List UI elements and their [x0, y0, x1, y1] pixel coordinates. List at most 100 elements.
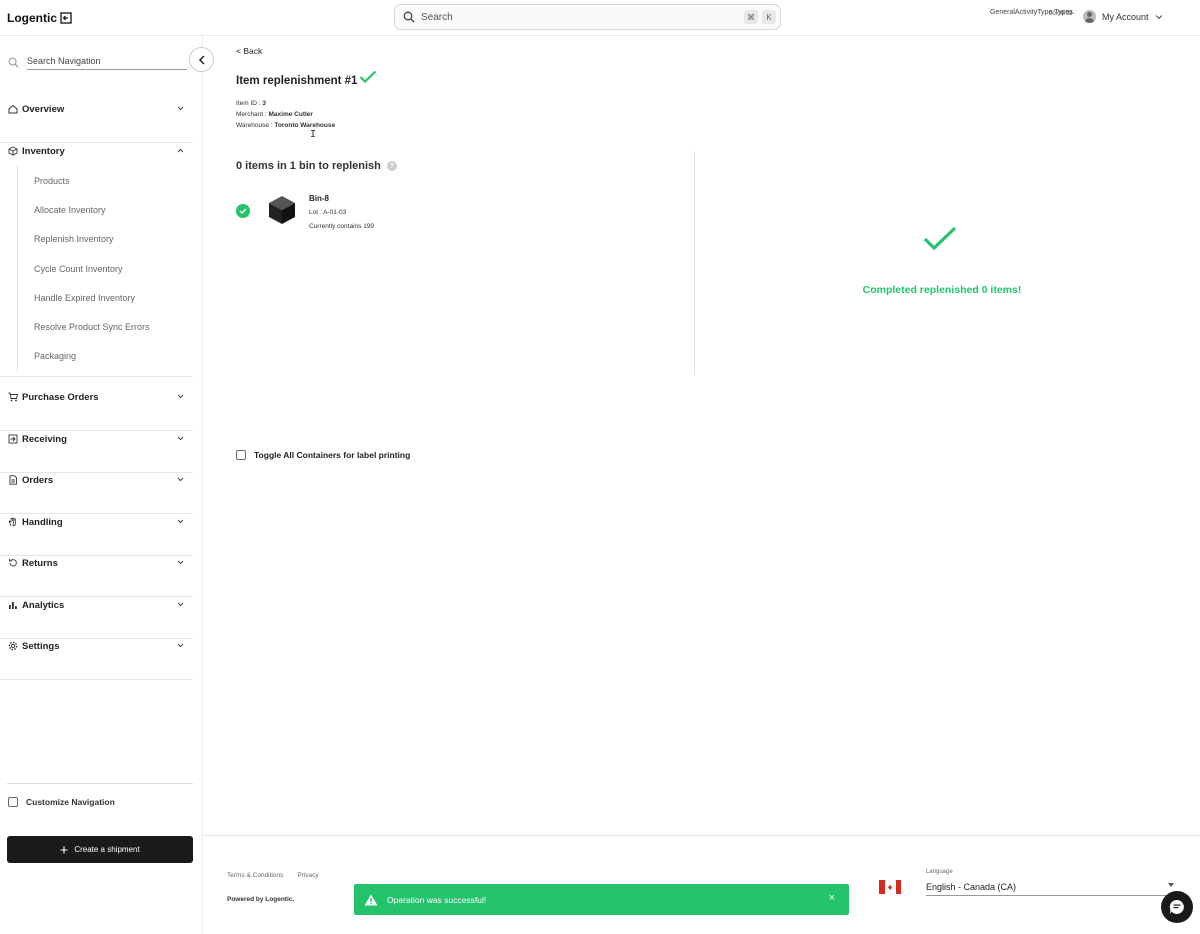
page-title: Item replenishment #1	[236, 75, 358, 87]
main-content: < Back Item replenishment #1 Item ID : 3…	[203, 36, 1200, 836]
replenish-summary: 0 items in 1 bin to replenish ?	[236, 160, 397, 172]
chat-icon	[1169, 899, 1184, 914]
dropdown-arrow-icon	[1168, 883, 1174, 887]
bin-lot: Lot : A-01-03	[309, 209, 347, 216]
chevron-down-icon	[177, 477, 184, 482]
back-link[interactable]: < Back	[236, 46, 262, 56]
customize-navigation-checkbox[interactable]	[8, 797, 18, 807]
sidebar-item-cycle-count-inventory[interactable]: Cycle Count Inventory	[18, 254, 193, 283]
chevron-up-icon	[177, 148, 184, 153]
logo-text: Logentic	[7, 11, 57, 25]
logo[interactable]: Logentic	[7, 11, 72, 25]
document-icon	[9, 475, 17, 485]
chat-button[interactable]	[1161, 891, 1193, 923]
help-icon[interactable]: ?	[386, 161, 397, 171]
inventory-subitems: Products Allocate Inventory Replenish In…	[17, 166, 193, 372]
success-toast: Operation was successful! ×	[354, 884, 849, 915]
nav-section-handling[interactable]: Handling	[0, 515, 193, 556]
footer-links: Terms & Conditions Privacy	[227, 872, 319, 879]
item-id-line: Item ID : 3	[236, 100, 266, 107]
search-placeholder: Search	[421, 11, 453, 23]
language-select[interactable]: English - Canada (CA)	[926, 878, 1176, 896]
account-menu[interactable]: My Account	[1083, 10, 1163, 23]
close-icon[interactable]: ×	[829, 893, 835, 904]
nav-section-analytics[interactable]: Analytics	[0, 598, 193, 639]
powered-by: Powered by Logentic.	[227, 896, 295, 903]
nav-section-receiving[interactable]: Receiving	[0, 432, 193, 473]
toggle-all-containers-checkbox[interactable]	[236, 450, 246, 460]
receiving-icon	[8, 434, 18, 444]
chevron-left-icon	[198, 54, 205, 65]
nav-section-label: Handling	[22, 516, 63, 528]
nav-section-returns[interactable]: Returns	[0, 556, 193, 597]
nav-section-purchase-orders[interactable]: Purchase Orders	[0, 390, 193, 431]
bin-complete-check-icon	[236, 204, 250, 218]
chevron-down-icon	[177, 436, 184, 441]
text-cursor-icon: I	[310, 129, 317, 140]
sidebar-item-replenish-inventory[interactable]: Replenish Inventory	[18, 225, 193, 254]
check-icon	[359, 70, 377, 84]
nav-section-settings[interactable]: Settings	[0, 639, 193, 680]
cart-icon	[8, 392, 18, 402]
activity-type-label: GeneralActivityType.Types.	[990, 9, 1075, 16]
warehouse-line: Warehouse : Toronto Warehouse	[236, 122, 335, 129]
nav-search	[8, 54, 187, 70]
chevron-down-icon	[177, 106, 184, 111]
toggle-all-containers[interactable]: Toggle All Containers for label printing	[236, 450, 410, 460]
merchant-value: Maxime Cutler	[268, 111, 313, 118]
nav-section-label: Orders	[22, 474, 54, 486]
bin-name: Bin-8	[309, 194, 329, 203]
command-key-icon: ⌘	[744, 10, 758, 24]
nav-section-orders[interactable]: Orders	[0, 473, 193, 514]
create-shipment-label: Create a shipment	[74, 845, 140, 854]
bin-cube-icon	[269, 196, 295, 224]
plus-icon	[60, 846, 68, 853]
warning-icon	[364, 894, 378, 905]
nav-section-label: Settings	[22, 640, 60, 652]
toast-message: Operation was successful!	[387, 894, 487, 905]
activity-timer[interactable]: 00:00:08	[1049, 11, 1072, 17]
nav-search-input[interactable]	[27, 54, 187, 70]
nav-section-label: Returns	[22, 557, 58, 569]
global-search[interactable]: Search ⌘ K	[394, 4, 781, 30]
canada-flag-icon: ♦	[879, 880, 901, 894]
chevron-down-icon	[177, 602, 184, 607]
customize-navigation[interactable]: Customize Navigation	[8, 797, 115, 807]
item-id-value: 3	[262, 100, 266, 107]
item-id-label: Item ID :	[236, 100, 263, 107]
logo-icon	[60, 12, 72, 24]
nav-section-label: Inventory	[22, 145, 65, 157]
nav-section-inventory-header[interactable]: Inventory	[8, 144, 186, 158]
language-value: English - Canada (CA)	[926, 881, 1017, 892]
nav-section-label: Overview	[22, 103, 65, 115]
create-shipment-button[interactable]: Create a shipment	[7, 836, 193, 863]
bar-chart-icon	[9, 602, 17, 609]
warehouse-value: Toronto Warehouse	[274, 122, 336, 129]
toggle-all-containers-label: Toggle All Containers for label printing	[254, 450, 411, 460]
privacy-link[interactable]: Privacy	[297, 872, 318, 879]
collapse-sidebar-button[interactable]	[189, 47, 214, 72]
completed-message: Completed replenished 0 items!	[862, 284, 1022, 296]
chevron-down-icon	[177, 519, 184, 524]
sidebar-item-handle-expired-inventory[interactable]: Handle Expired Inventory	[18, 283, 193, 312]
merchant-line: Merchant : Maxime Cutler	[236, 111, 313, 118]
nav-section-label: Purchase Orders	[22, 391, 99, 403]
return-icon	[9, 559, 17, 567]
language-label: Language	[926, 869, 953, 875]
divider	[694, 151, 695, 375]
sidebar-item-packaging[interactable]: Packaging	[18, 342, 193, 371]
terms-link[interactable]: Terms & Conditions	[227, 872, 283, 879]
chevron-down-icon	[177, 560, 184, 565]
sidebar-item-products[interactable]: Products	[18, 166, 193, 195]
chevron-down-icon	[1155, 14, 1162, 19]
warehouse-label: Warehouse :	[236, 122, 275, 129]
account-label: My Account	[1102, 11, 1149, 22]
search-icon	[403, 11, 415, 23]
merchant-label: Merchant :	[236, 111, 269, 118]
k-key: K	[762, 10, 776, 24]
sidebar-item-resolve-product-sync-errors[interactable]: Resolve Product Sync Errors	[18, 312, 193, 341]
sidebar: Overview Inventory Products Allocate Inv…	[0, 36, 214, 934]
bin-contains: Currently contains 199	[309, 223, 375, 230]
sidebar-item-allocate-inventory[interactable]: Allocate Inventory	[18, 195, 193, 224]
nav-section-overview[interactable]: Overview	[0, 102, 193, 143]
